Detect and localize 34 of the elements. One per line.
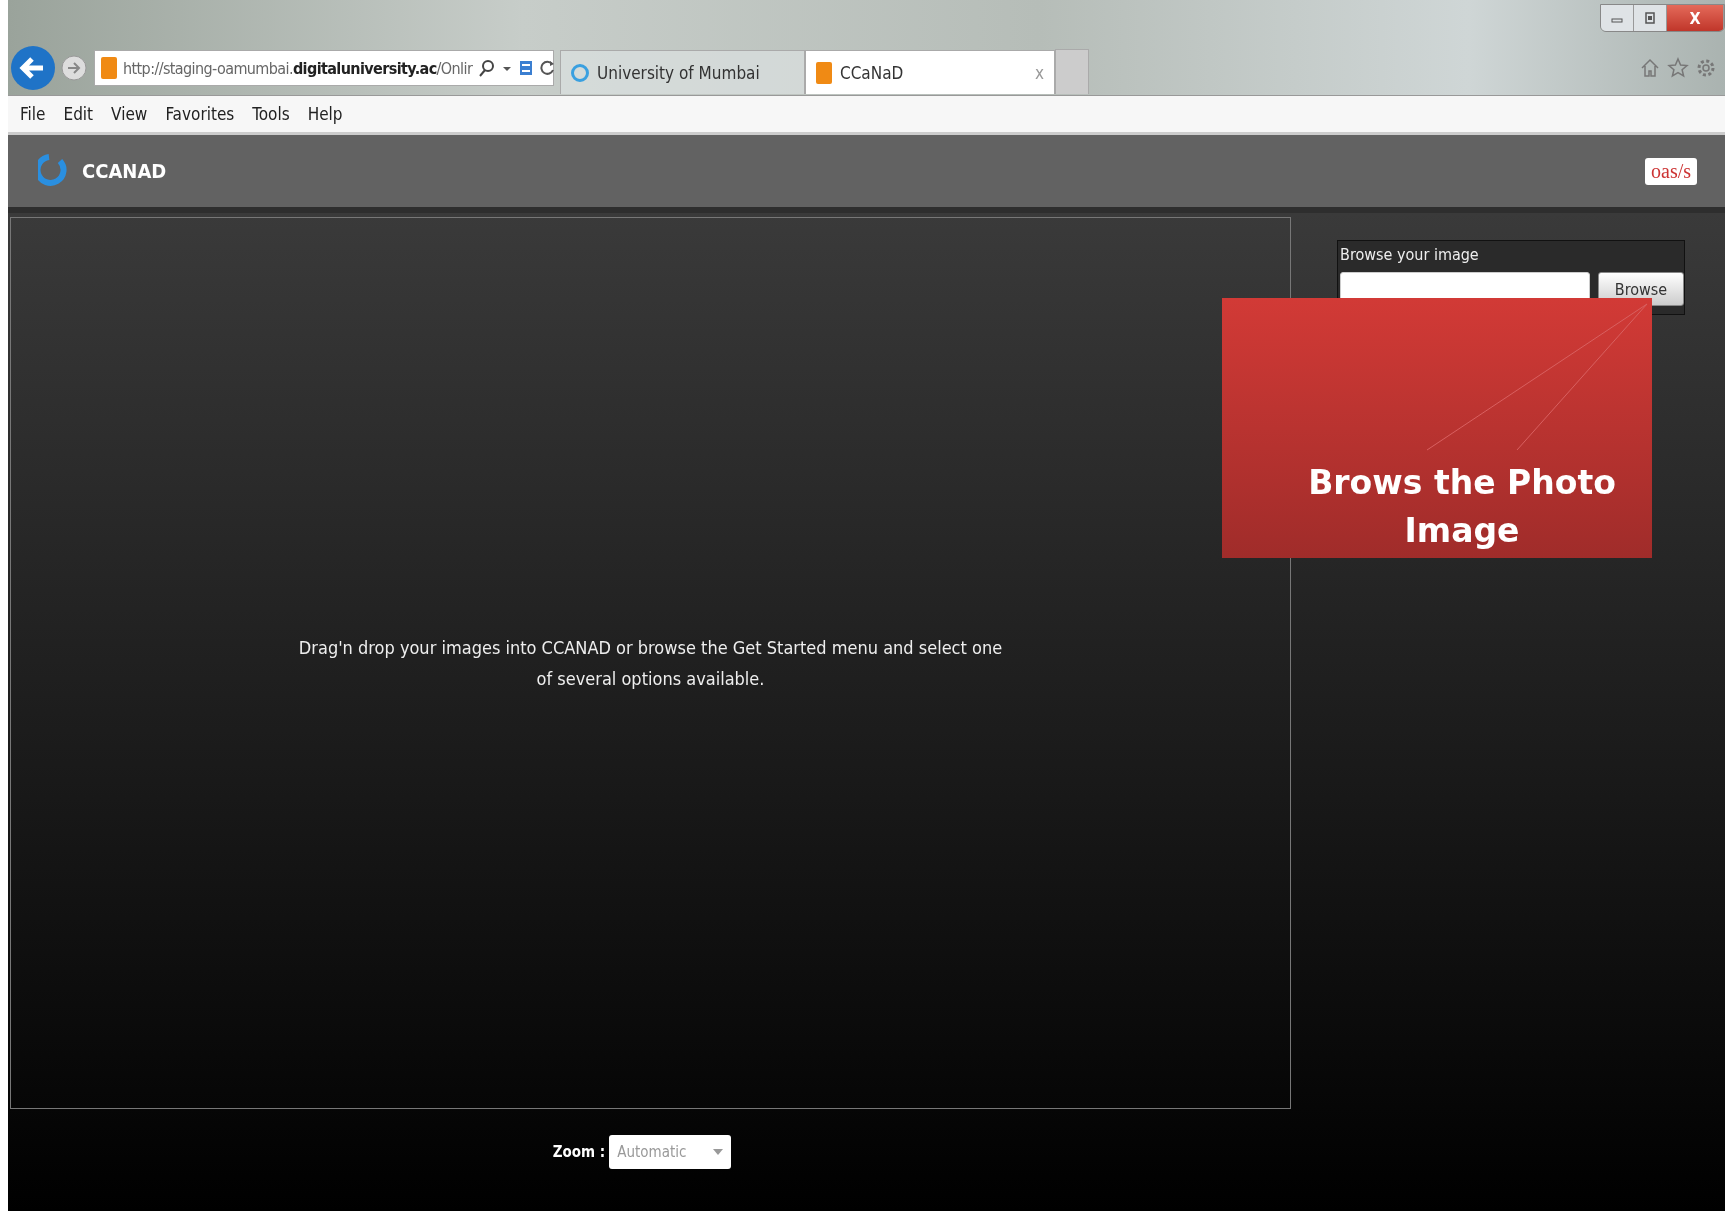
zoom-label: Zoom : <box>552 1143 606 1161</box>
minimize-icon[interactable] <box>1601 5 1634 31</box>
drop-message: Drag'n drop your images into CCANAD or browse the Get Started menu and select one of several options available. <box>297 636 1004 691</box>
browser-tab[interactable]: University of Mumbai <box>560 50 805 94</box>
site-icon <box>816 61 832 84</box>
forward-button[interactable] <box>60 54 88 82</box>
site-icon <box>101 57 117 79</box>
close-button[interactable]: X <box>1667 5 1724 31</box>
app-title: CCANAD <box>82 159 167 183</box>
menu-item[interactable]: Tools <box>244 104 300 124</box>
star-icon[interactable] <box>1667 57 1689 79</box>
menu-item[interactable]: Help <box>299 104 353 124</box>
panel-title: Browse your image <box>1340 245 1480 264</box>
callout-text: Brows the Photo Image <box>1307 462 1617 552</box>
restore-icon[interactable] <box>1634 5 1667 31</box>
tab-label[interactable]: University of Mumbai <box>597 62 794 83</box>
address-bar[interactable]: http://staging-oamumbai.digitaluniversity.ac/Onlir <box>94 50 554 86</box>
browser-tab[interactable]: CCaNaD x <box>805 50 1055 94</box>
menu-item[interactable]: Edit <box>55 104 104 124</box>
back-button[interactable] <box>10 45 56 91</box>
app-logo-icon <box>38 153 68 189</box>
tab-label[interactable]: CCaNaD <box>840 62 1027 83</box>
home-icon[interactable] <box>1639 57 1661 79</box>
compatibility-icon[interactable] <box>518 59 535 77</box>
menu-item[interactable]: View <box>103 104 158 124</box>
partner-logo[interactable]: oas/s <box>1645 157 1697 185</box>
url-text[interactable]: http://staging-oamumbai.digitaluniversity.ac/Onlir <box>123 58 473 78</box>
browser-logo-icon <box>571 63 589 82</box>
menu-item[interactable]: File <box>12 104 56 124</box>
drop-zone[interactable]: Drag'n drop your images into CCANAD or browse the Get Started menu and select one of several options available. <box>10 217 1291 1109</box>
settings-icon[interactable] <box>1695 57 1717 79</box>
refresh-icon[interactable] <box>540 59 557 77</box>
search-icon[interactable] <box>478 59 497 77</box>
menu-item[interactable]: Favorites <box>157 104 245 124</box>
